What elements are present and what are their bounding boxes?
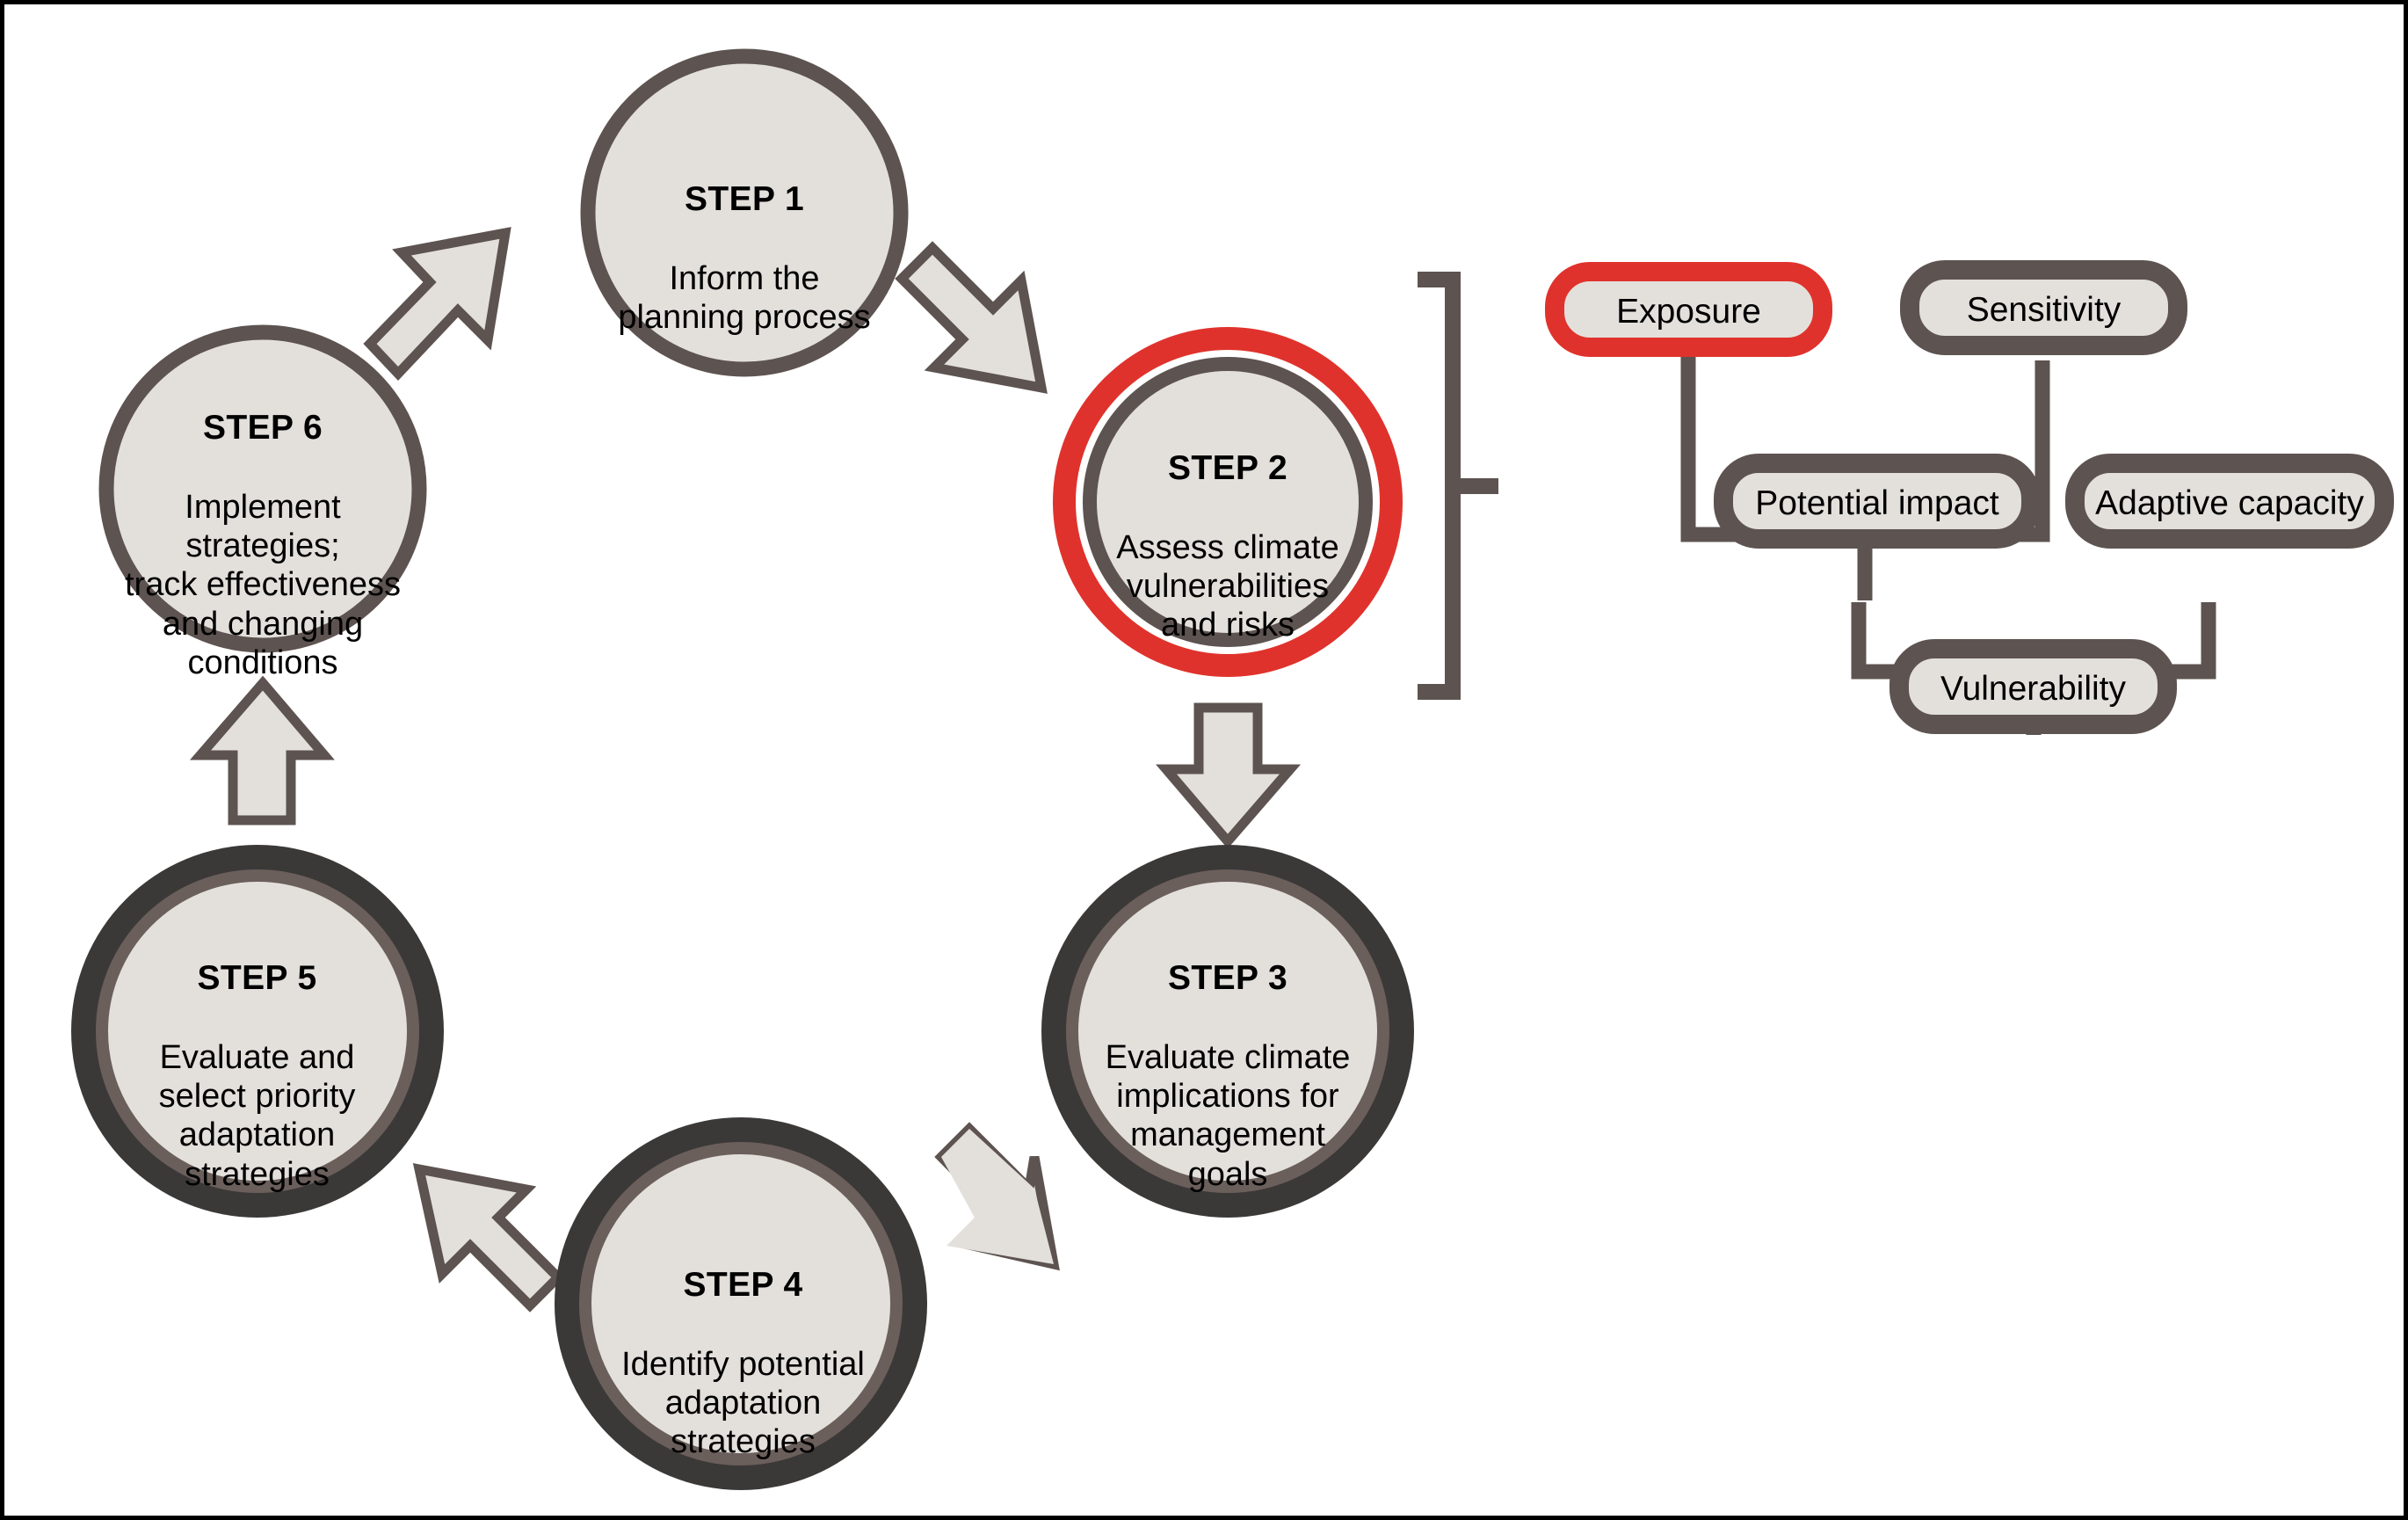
arrow-step3-to-step4 [934, 1122, 1060, 1271]
box-exposure[interactable] [1545, 262, 1832, 357]
step-1-node[interactable] [580, 48, 909, 377]
callout-bracket [1418, 272, 1498, 700]
box-adaptive-capacity[interactable] [2065, 454, 2394, 549]
arrow-step1-to-step2 [895, 241, 1048, 394]
arrow-step5-to-step6 [189, 675, 335, 825]
arrow-step2-to-step3 [1156, 702, 1302, 849]
framework-boxes [1545, 260, 2394, 734]
box-potential-impact[interactable] [1714, 454, 2041, 549]
step-2-inner-ring [1083, 357, 1373, 647]
arrow-step6-to-step1 [363, 227, 511, 382]
box-vulnerability[interactable] [1889, 639, 2177, 734]
adaptation-cycle-figure: STEP 1 Inform the planning process STEP … [0, 0, 2408, 1520]
step-5-node[interactable] [71, 845, 444, 1218]
step-4-node[interactable] [555, 1117, 927, 1490]
step-6-node[interactable] [98, 324, 427, 653]
step-3-node[interactable] [1041, 845, 1414, 1218]
box-sensitivity[interactable] [1900, 260, 2187, 355]
diagram-canvas [71, 48, 2394, 1490]
arrow-step4-to-step5 [412, 1163, 565, 1313]
step-2-node[interactable] [1053, 327, 1403, 677]
